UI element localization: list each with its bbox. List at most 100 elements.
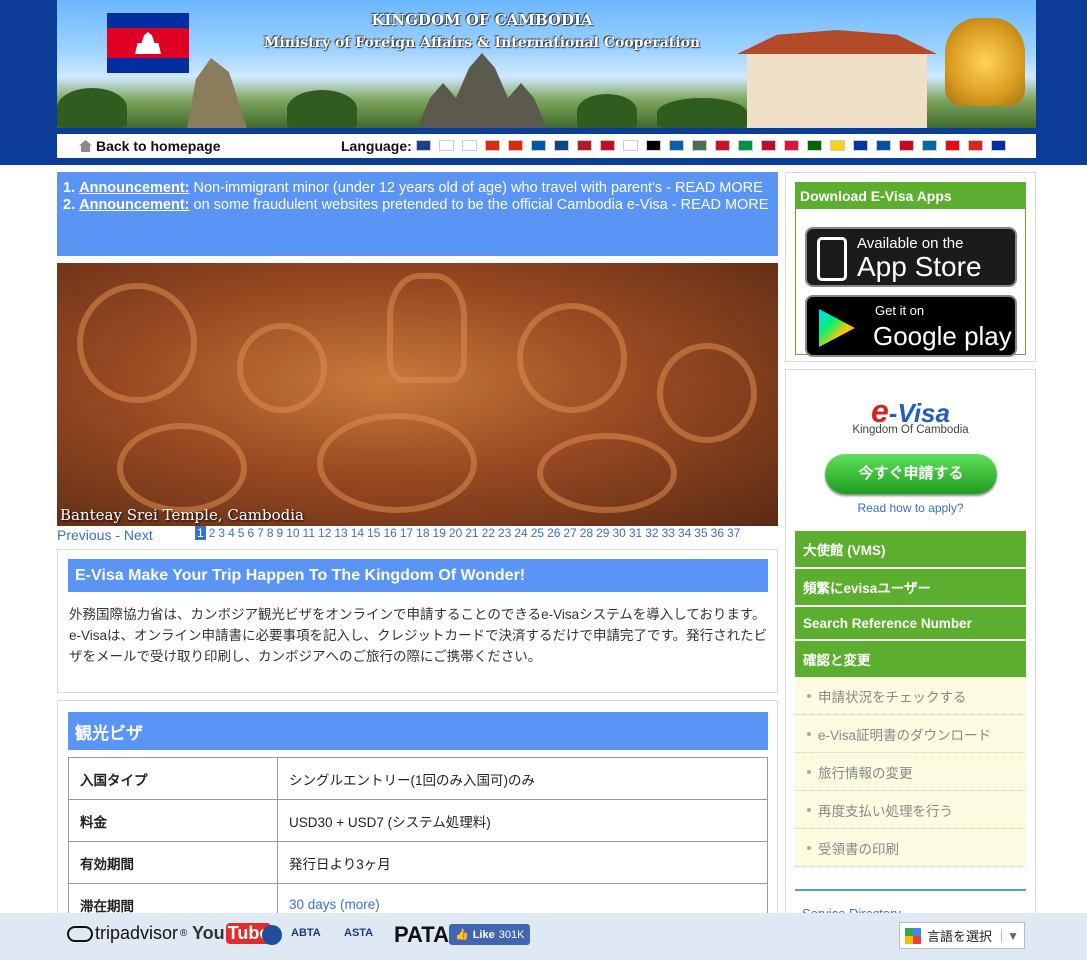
language-flag-icon[interactable]	[807, 140, 822, 151]
youtube-logo[interactable]: You Tube	[192, 923, 272, 944]
page-number[interactable]: 3	[218, 526, 225, 540]
thumbs-up-icon: 👍	[455, 929, 469, 941]
language-flag-icon[interactable]	[669, 140, 684, 151]
page-number[interactable]: 21	[465, 526, 478, 540]
tourist-visa-heading: 観光ビザ	[68, 712, 768, 750]
language-flag-icon[interactable]	[830, 140, 845, 151]
submenu-print-receipt[interactable]: 受領書の印刷	[795, 829, 1026, 867]
google-play-button[interactable]: Get it on Google play	[805, 295, 1017, 357]
google-translate-icon	[905, 927, 921, 944]
submenu-check-status[interactable]: 申請状況をチェックする	[795, 677, 1026, 715]
page-number[interactable]: 35	[694, 526, 707, 540]
menu-embassy-vms[interactable]: 大使館 (VMS)	[795, 531, 1026, 567]
intro-card: E-Visa Make Your Trip Happen To The King…	[57, 549, 778, 693]
page-number[interactable]: 9	[277, 526, 284, 540]
page-number[interactable]: 19	[433, 526, 446, 540]
language-flag-icon[interactable]	[462, 140, 477, 151]
announcement-2-link[interactable]: Announcement:	[79, 197, 189, 213]
next-link[interactable]: Next	[124, 527, 153, 543]
announcement-2-text[interactable]: on some fraudulent websites pretended to…	[194, 197, 769, 213]
how-to-apply-link[interactable]: Read how to apply?	[786, 501, 1035, 515]
language-flag-icon[interactable]	[922, 140, 937, 151]
apply-now-button[interactable]: 今すぐ申請する	[825, 454, 997, 494]
menu-check-and-change[interactable]: 確認と変更	[795, 641, 1026, 677]
page-number[interactable]: 13	[334, 526, 347, 540]
previous-link[interactable]: Previous	[57, 527, 111, 543]
language-flag-icon[interactable]	[623, 140, 638, 151]
globe-icon[interactable]	[262, 925, 282, 945]
dropdown-arrow-icon: ▼	[1001, 928, 1019, 943]
page-number[interactable]: 20	[449, 526, 462, 540]
page-number[interactable]: 33	[662, 526, 675, 540]
language-flag-icon[interactable]	[577, 140, 592, 151]
language-flag-icon[interactable]	[761, 140, 776, 151]
language-flag-icon[interactable]	[646, 140, 661, 151]
language-flag-icon[interactable]	[416, 140, 431, 151]
page-number[interactable]: 31	[629, 526, 642, 540]
page-number[interactable]: 28	[580, 526, 593, 540]
slideshow-image[interactable]: Banteay Srei Temple, Cambodia	[57, 263, 778, 526]
page-number[interactable]: 23	[498, 526, 511, 540]
page-number[interactable]: 22	[482, 526, 495, 540]
pata-logo[interactable]: PATA	[394, 922, 449, 948]
page-number[interactable]: 36	[711, 526, 724, 540]
language-flag-icon[interactable]	[945, 140, 960, 151]
language-flag-icon[interactable]	[715, 140, 730, 151]
page-number[interactable]: 37	[727, 526, 740, 540]
tripadvisor-logo[interactable]: tripadvisor ®	[67, 923, 187, 944]
page-number[interactable]: 12	[318, 526, 331, 540]
page-number[interactable]: 2	[209, 526, 216, 540]
language-flag-icon[interactable]	[508, 140, 523, 151]
language-flag-icon[interactable]	[600, 140, 615, 151]
app-store-button[interactable]: Available on the App Store	[805, 227, 1017, 287]
language-select[interactable]: 言語を選択 ▼	[899, 922, 1025, 949]
page-number[interactable]: 34	[678, 526, 691, 540]
back-to-homepage-link[interactable]: Back to homepage	[79, 138, 220, 154]
facebook-like-button[interactable]: 👍 Like 301K	[449, 924, 531, 945]
page-number[interactable]: 8	[267, 526, 274, 540]
page-number[interactable]: 10	[286, 526, 299, 540]
language-flag-icon[interactable]	[968, 140, 983, 151]
page-number[interactable]: 25	[531, 526, 544, 540]
language-flag-icon[interactable]	[439, 140, 454, 151]
announcement-1-link[interactable]: Announcement:	[79, 180, 189, 196]
submenu-download-certificate[interactable]: e-Visa証明書のダウンロード	[795, 715, 1026, 753]
language-flag-icon[interactable]	[692, 140, 707, 151]
abta-logo[interactable]: ABTA	[291, 927, 321, 939]
announcement-1-text[interactable]: Non-immigrant minor (under 12 years old …	[194, 180, 763, 196]
page-number[interactable]: 26	[547, 526, 560, 540]
language-flag-icon[interactable]	[784, 140, 799, 151]
page-number[interactable]: 6	[247, 526, 254, 540]
page-number[interactable]: 17	[400, 526, 413, 540]
language-flag-icon[interactable]	[876, 140, 891, 151]
page-number[interactable]: 11	[303, 526, 315, 540]
page-number[interactable]: 7	[257, 526, 264, 540]
page-number[interactable]: 14	[351, 526, 364, 540]
page-number[interactable]: 30	[612, 526, 625, 540]
language-flag-icon[interactable]	[853, 140, 868, 151]
menu-frequent-user[interactable]: 頻繁にevisaユーザー	[795, 569, 1026, 605]
page-number[interactable]: 18	[416, 526, 429, 540]
page-number[interactable]: 15	[367, 526, 380, 540]
page-number[interactable]: 32	[645, 526, 658, 540]
page-number[interactable]: 29	[596, 526, 609, 540]
page-number[interactable]: 24	[514, 526, 527, 540]
table-value: 発行日より3ヶ月	[277, 841, 768, 884]
language-flag-icon[interactable]	[991, 140, 1006, 151]
language-flag-icon[interactable]	[531, 140, 546, 151]
submenu-retry-payment[interactable]: 再度支払い処理を行う	[795, 791, 1026, 829]
language-flag-icon[interactable]	[554, 140, 569, 151]
page-number[interactable]: 27	[563, 526, 576, 540]
submenu-label: 再度支払い処理を行う	[818, 803, 953, 819]
asta-logo[interactable]: ASTA	[344, 927, 373, 939]
page-number-current[interactable]: 1	[195, 526, 206, 540]
language-flag-icon[interactable]	[738, 140, 753, 151]
page-number[interactable]: 16	[383, 526, 396, 540]
page-numbers: 1 2 3 4 5 6 7 8 9 10 11 12 13 14 15 16 17 18 19 20 21 22 23 24…	[195, 526, 740, 540]
page-number[interactable]: 5	[238, 526, 245, 540]
menu-search-reference[interactable]: Search Reference Number	[795, 607, 1026, 639]
submenu-change-travel-info[interactable]: 旅行情報の変更	[795, 753, 1026, 791]
language-flag-icon[interactable]	[485, 140, 500, 151]
language-flag-icon[interactable]	[899, 140, 914, 151]
page-number[interactable]: 4	[228, 526, 235, 540]
